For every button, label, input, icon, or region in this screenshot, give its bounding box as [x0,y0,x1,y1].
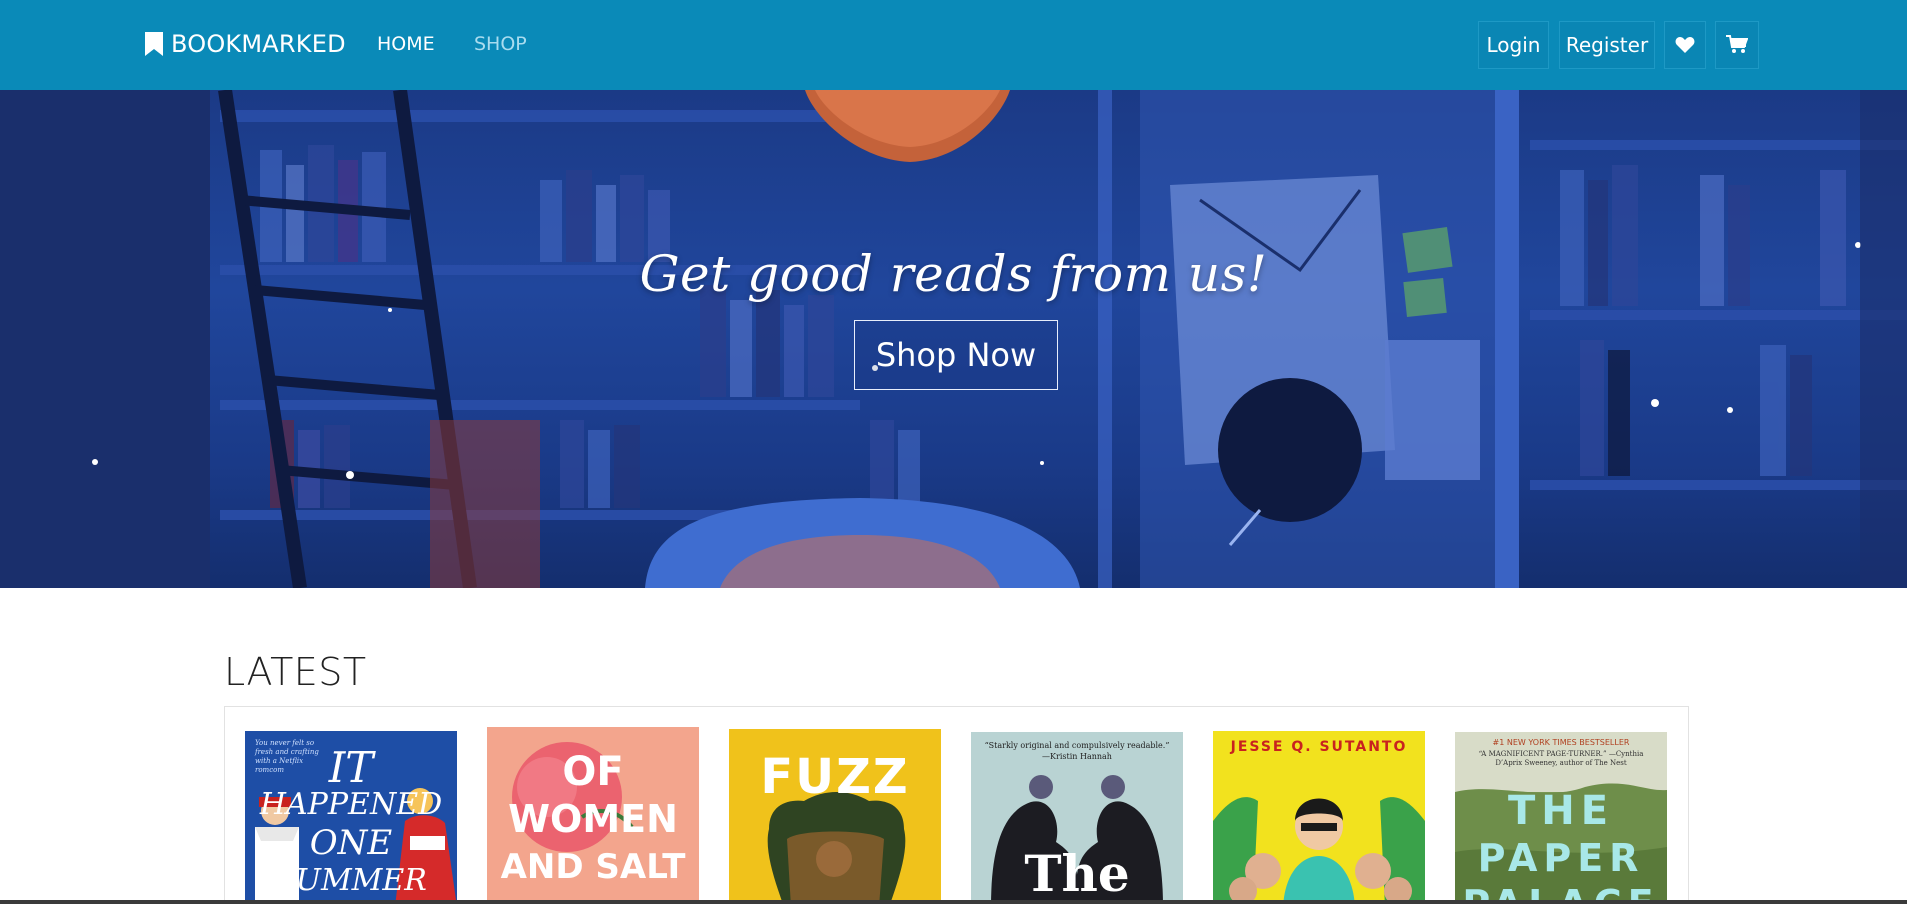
book-title-line: IT [328,743,374,792]
login-button[interactable]: Login [1478,21,1549,69]
book-title-line: OF [562,749,624,795]
wishlist-button[interactable] [1664,21,1706,69]
book-title-line: FUZZ [760,749,910,805]
book-title-line: The [1024,844,1130,903]
book-author: JESSE Q. SUTANTO [1230,739,1408,755]
bookmark-icon [145,32,163,56]
book-card[interactable]: FUZZ [729,729,941,904]
book-title-line: WOMEN [508,797,678,841]
cart-icon [1726,35,1748,53]
book-card[interactable]: You never felt so fresh and crafting wit… [245,731,457,904]
nav-home-link[interactable]: HOME [377,33,435,55]
book-card[interactable]: “Starkly original and compulsively reada… [971,732,1183,904]
book-title-line: ONE [309,823,393,863]
shop-now-button[interactable]: Shop Now [854,320,1058,390]
book-title-line: HAPPENED [259,787,443,822]
brand-logo[interactable]: BOOKMARKED [145,30,346,58]
book-cover-art [1213,797,1425,904]
book-badge: #1 NEW YORK TIMES BESTSELLER [1492,738,1630,747]
heart-icon [1675,37,1695,53]
book-title-line: THE [1507,788,1615,834]
page-bottom-edge [0,900,1907,904]
nav-shop-link[interactable]: SHOP [474,33,527,55]
latest-heading: LATEST [224,650,367,694]
hero-banner: Get good reads from us! Shop Now [0,90,1907,588]
book-title-line: PAPER [1477,836,1645,880]
book-card[interactable]: JESSE Q. SUTANTO [1213,731,1425,904]
book-blurb: “A MAGNIFICENT PAGE-TURNER.” —Cynthia D’… [1478,750,1644,767]
book-card[interactable]: #1 NEW YORK TIMES BESTSELLER “A MAGNIFIC… [1455,732,1667,904]
navbar: BOOKMARKED HOME SHOP Login Register [0,0,1907,90]
hero-title: Get good reads from us! [639,245,1268,303]
book-card[interactable]: OF WOMEN AND SALT [487,727,699,904]
book-title-line: SUMMER [275,863,427,898]
register-button[interactable]: Register [1559,21,1655,69]
brand-name: BOOKMARKED [171,30,346,58]
book-title-line: AND SALT [500,847,686,887]
cart-button[interactable] [1715,21,1759,69]
latest-books-panel: You never felt so fresh and crafting wit… [224,706,1689,904]
